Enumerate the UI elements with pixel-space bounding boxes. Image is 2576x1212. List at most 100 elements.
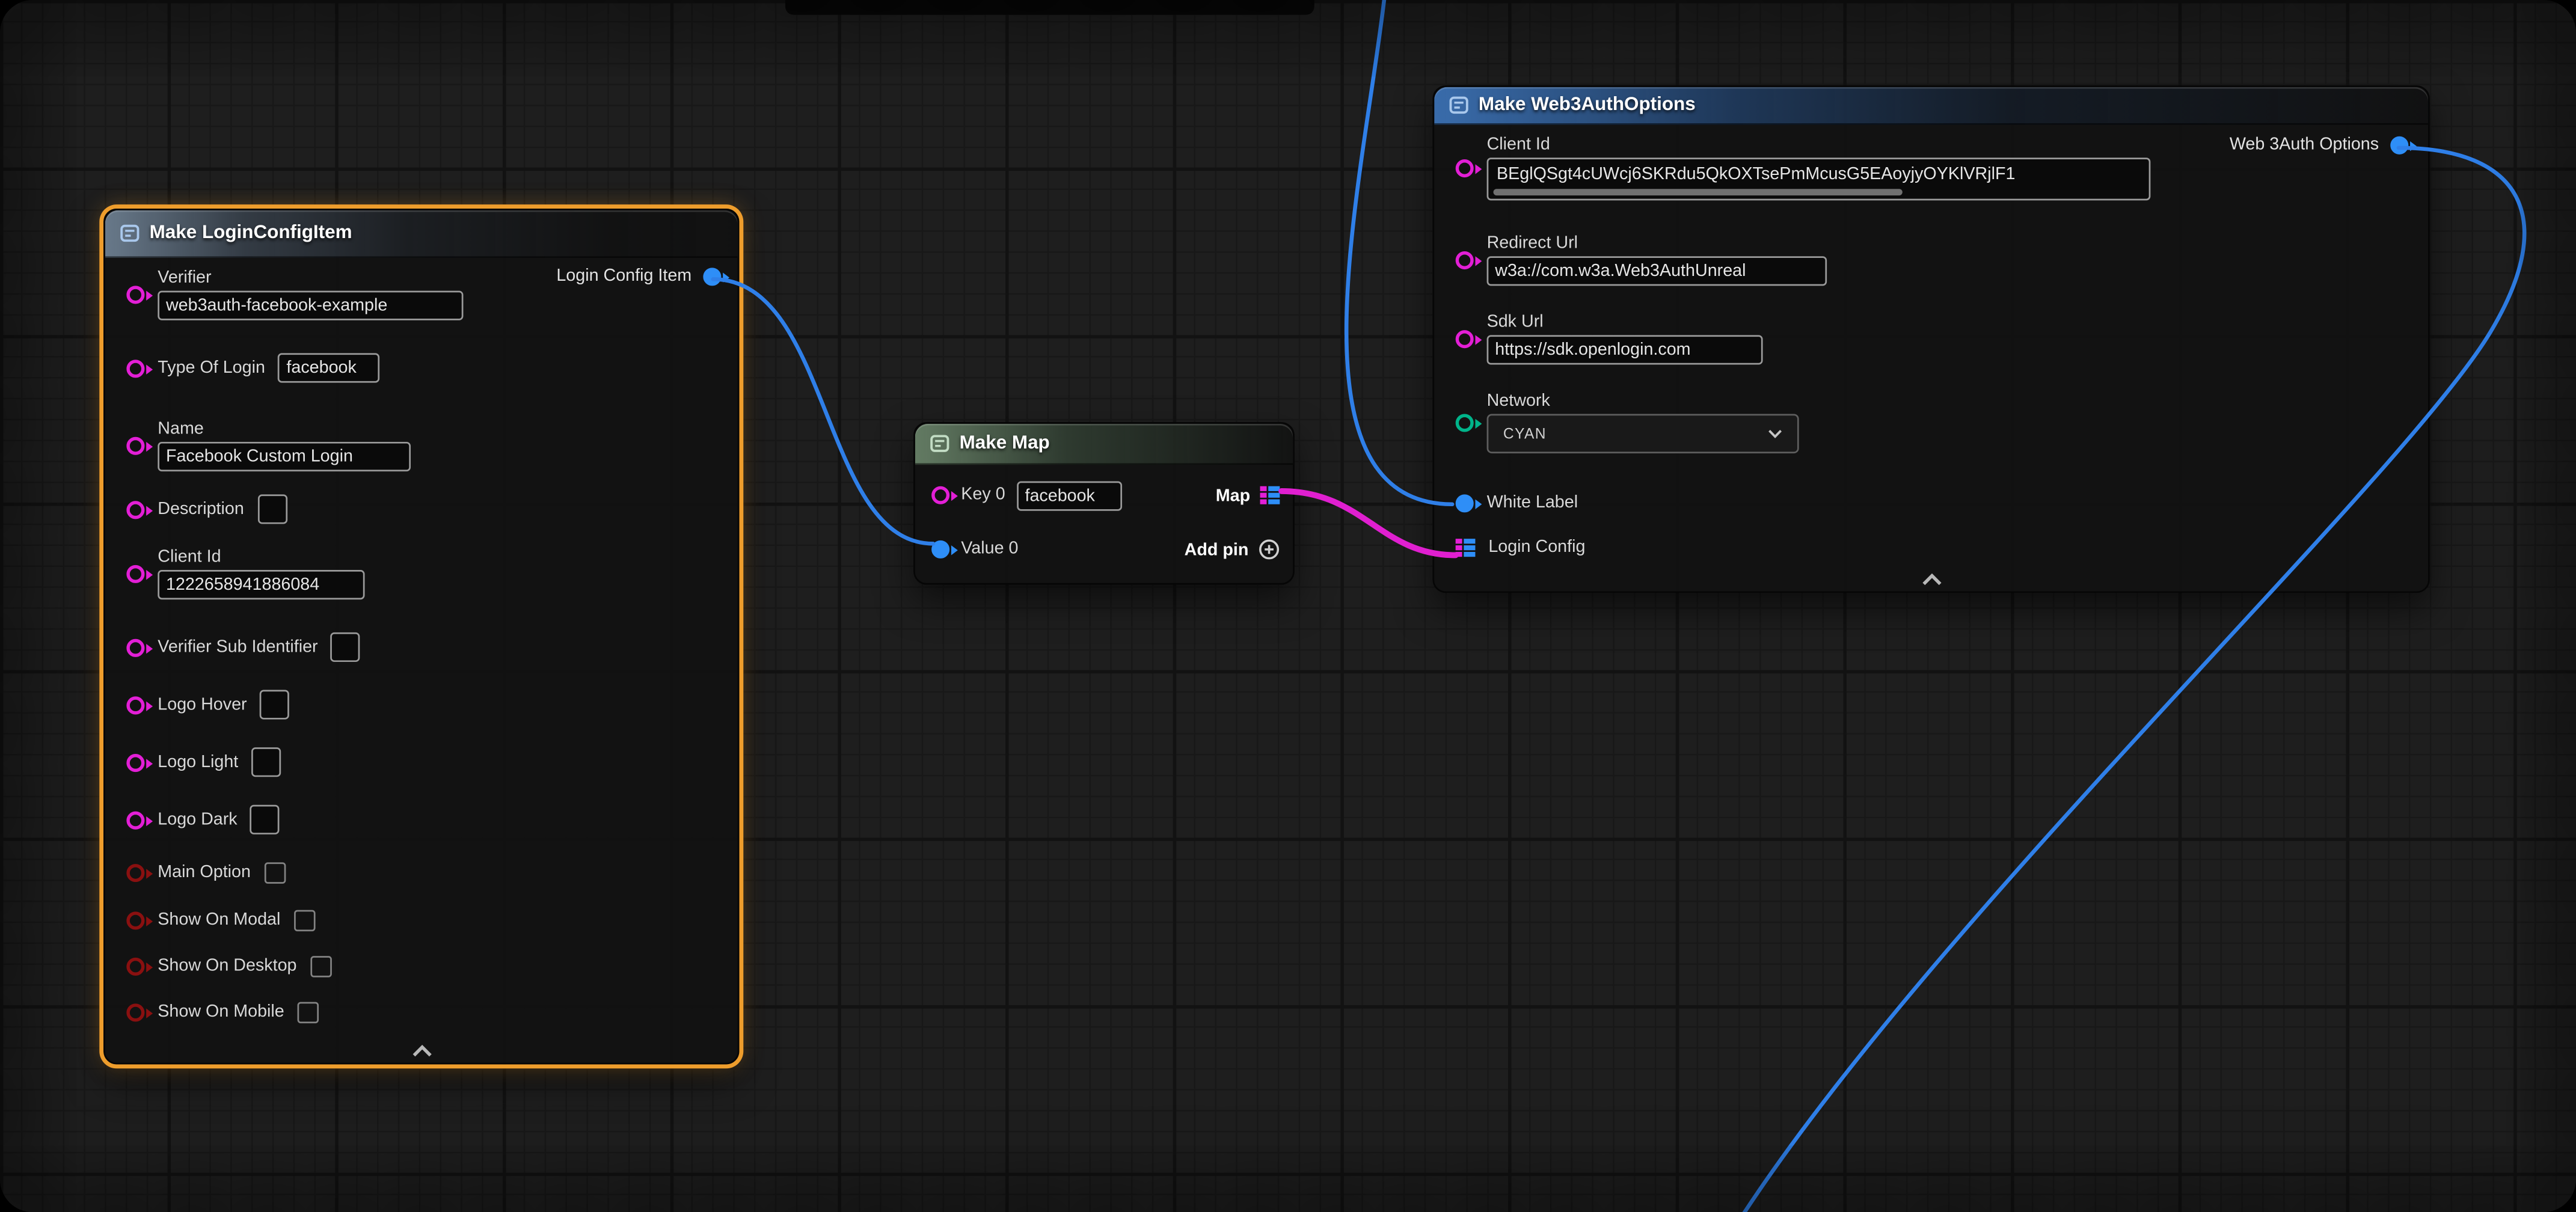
field-row-logo-dark: Logo Dark bbox=[126, 805, 718, 834]
field-row-logo-light: Logo Light bbox=[126, 747, 718, 777]
pin-verifier-sub-identifier[interactable] bbox=[126, 638, 144, 656]
output-row-web3auth-options: Web 3Auth Options bbox=[2230, 135, 2408, 155]
value-0-label: Value 0 bbox=[961, 539, 1018, 560]
node-title: Make Map bbox=[960, 433, 1050, 453]
chevron-down-icon bbox=[1768, 429, 1783, 438]
pin-show-on-desktop[interactable] bbox=[126, 958, 144, 976]
node-make-web3authoptions[interactable]: Make Web3AuthOptions Web 3Auth Options C… bbox=[1432, 85, 2429, 593]
chevron-up-icon bbox=[410, 1045, 433, 1058]
main-option-checkbox[interactable] bbox=[264, 862, 286, 884]
horizontal-scrollbar[interactable] bbox=[1494, 189, 1903, 195]
field-label-show-on-mobile: Show On Mobile bbox=[158, 1002, 284, 1024]
output-pin-label: Web 3Auth Options bbox=[2230, 135, 2379, 155]
pin-key-0[interactable] bbox=[931, 486, 949, 504]
output-pin-map[interactable] bbox=[1260, 486, 1280, 504]
field-label-logo-hover: Logo Hover bbox=[158, 694, 247, 715]
key-0-label: Key 0 bbox=[961, 485, 1005, 506]
pin-verifier[interactable] bbox=[126, 285, 144, 303]
show-on-modal-checkbox[interactable] bbox=[293, 910, 315, 932]
key-0-input[interactable] bbox=[1017, 480, 1122, 510]
graph-canvas[interactable]: Make LoginConfigItem Login Config Item V… bbox=[0, 0, 2576, 1212]
field-label-client-id: Client Id bbox=[158, 547, 364, 569]
sdk-url-input[interactable] bbox=[1487, 335, 1763, 364]
pin-network[interactable] bbox=[1456, 413, 1474, 431]
output-pin-label: Login Config Item bbox=[556, 266, 692, 286]
output-pin-login-config-item[interactable] bbox=[703, 267, 721, 285]
blueprint-editor: Make LoginConfigItem Login Config Item V… bbox=[0, 0, 2576, 1212]
field-row-show-on-desktop: Show On Desktop bbox=[126, 956, 718, 978]
pin-logo-dark[interactable] bbox=[126, 810, 144, 828]
field-label-description: Description bbox=[158, 498, 244, 520]
name-input[interactable] bbox=[158, 442, 411, 471]
field-label-redirect-url: Redirect Url bbox=[1487, 233, 1827, 255]
verifier-input[interactable] bbox=[158, 291, 463, 320]
logo-hover-input[interactable] bbox=[260, 690, 289, 719]
node-make-map[interactable]: Make Map Key 0 Map bbox=[913, 422, 1295, 584]
field-label-verifier-sub-identifier: Verifier Sub Identifier bbox=[158, 637, 317, 658]
field-row-logo-hover: Logo Hover bbox=[126, 690, 718, 719]
output-row-login-config-item: Login Config Item bbox=[556, 266, 721, 286]
field-label-client-id: Client Id bbox=[1487, 135, 2151, 156]
field-label-show-on-modal: Show On Modal bbox=[158, 910, 280, 932]
pin-redirect-url[interactable] bbox=[1456, 251, 1474, 269]
show-on-mobile-checkbox[interactable] bbox=[298, 1002, 319, 1024]
logo-dark-input[interactable] bbox=[251, 805, 280, 834]
node-make-loginconfigitem[interactable]: Make LoginConfigItem Login Config Item V… bbox=[103, 209, 739, 1064]
verifier-sub-identifier-input[interactable] bbox=[331, 632, 360, 662]
client-id-input[interactable] bbox=[158, 570, 364, 599]
make-map-icon bbox=[930, 433, 949, 453]
map-output-label: Map bbox=[1216, 485, 1250, 505]
redirect-url-input[interactable] bbox=[1487, 256, 1827, 286]
chevron-up-icon bbox=[1920, 574, 1943, 587]
add-pin-button[interactable] bbox=[1259, 539, 1280, 560]
field-row-name: Name bbox=[126, 419, 718, 471]
node-title: Make LoginConfigItem bbox=[150, 224, 352, 243]
field-label-sdk-url: Sdk Url bbox=[1487, 312, 1763, 334]
pin-client-id[interactable] bbox=[126, 564, 144, 582]
pin-type-of-login[interactable] bbox=[126, 359, 144, 377]
node-header-make-web3authoptions[interactable]: Make Web3AuthOptions bbox=[1434, 87, 2428, 125]
pin-client-id[interactable] bbox=[1456, 159, 1474, 177]
add-pin-label: Add pin bbox=[1185, 540, 1249, 560]
field-label-login-config: Login Config bbox=[1488, 537, 1585, 559]
plus-circle-icon bbox=[1259, 539, 1280, 560]
field-row-network: Network CYAN bbox=[1456, 391, 2409, 453]
field-label-verifier: Verifier bbox=[158, 268, 463, 289]
node-header-make-map[interactable]: Make Map bbox=[915, 424, 1293, 465]
pin-description[interactable] bbox=[126, 500, 144, 518]
description-input[interactable] bbox=[257, 494, 287, 524]
collapse-node-button[interactable] bbox=[1434, 565, 2428, 592]
pin-login-config[interactable] bbox=[1456, 539, 1476, 557]
type-of-login-input[interactable] bbox=[278, 353, 380, 382]
output-pin-web3auth-options[interactable] bbox=[2390, 135, 2408, 153]
wire-loginconfigitem-to-value0[interactable] bbox=[713, 279, 933, 543]
collapse-node-button[interactable] bbox=[105, 1036, 738, 1063]
client-id-input[interactable]: BEglQSgt4cUWcj6SKRdu5QkOXTsePmMcusG5EAoy… bbox=[1487, 158, 2151, 200]
pin-logo-light[interactable] bbox=[126, 753, 144, 771]
field-label-network: Network bbox=[1487, 391, 1799, 412]
pin-main-option[interactable] bbox=[126, 864, 144, 882]
node-header-make-loginconfigitem[interactable]: Make LoginConfigItem bbox=[105, 210, 738, 258]
pin-sdk-url[interactable] bbox=[1456, 329, 1474, 347]
pin-show-on-mobile[interactable] bbox=[126, 1003, 144, 1021]
pin-white-label[interactable] bbox=[1456, 494, 1474, 512]
field-label-logo-dark: Logo Dark bbox=[158, 809, 237, 831]
field-row-type-of-login: Type Of Login bbox=[126, 353, 718, 382]
logo-light-input[interactable] bbox=[251, 747, 281, 777]
field-row-redirect-url: Redirect Url bbox=[1456, 233, 2409, 286]
field-label-logo-light: Logo Light bbox=[158, 751, 238, 773]
field-label-white-label: White Label bbox=[1487, 493, 1578, 515]
field-row-description: Description bbox=[126, 494, 718, 524]
field-row-main-option: Main Option bbox=[126, 862, 718, 884]
node-title: Make Web3AuthOptions bbox=[1479, 95, 1696, 115]
field-row-show-on-modal: Show On Modal bbox=[126, 910, 718, 932]
pin-logo-hover[interactable] bbox=[126, 696, 144, 714]
map-row-value0: Value 0 Add pin bbox=[931, 522, 1280, 577]
show-on-desktop-checkbox[interactable] bbox=[310, 956, 331, 978]
pin-name[interactable] bbox=[126, 436, 144, 454]
network-dropdown[interactable]: CYAN bbox=[1487, 414, 1799, 453]
field-label-name: Name bbox=[158, 419, 411, 441]
pin-show-on-modal[interactable] bbox=[126, 911, 144, 929]
field-row-sdk-url: Sdk Url bbox=[1456, 312, 2409, 364]
field-label-type-of-login: Type Of Login bbox=[158, 357, 265, 379]
